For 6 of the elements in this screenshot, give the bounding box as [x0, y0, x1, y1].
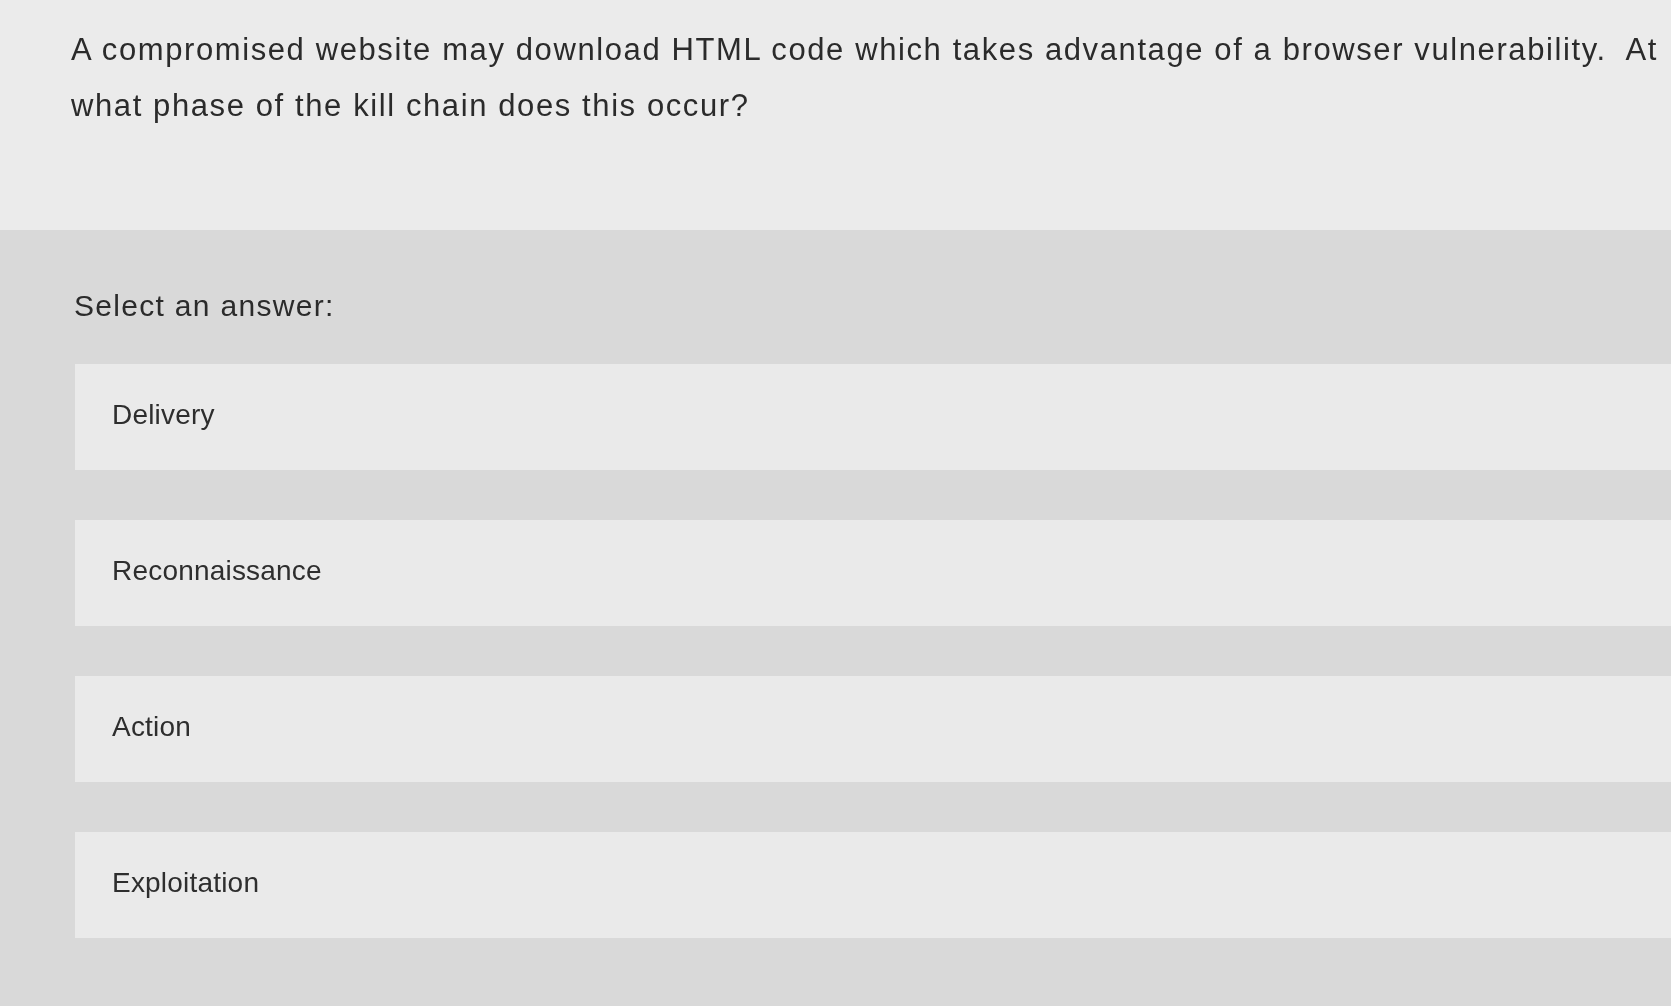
answer-option[interactable]: Delivery — [75, 364, 1671, 470]
answer-prompt: Select an answer: — [74, 288, 336, 324]
question-text: A compromised website may download HTML code which takes advantage of a browser vulnerability. At what phase of the kill chain does this occur? — [71, 31, 1659, 125]
answer-option[interactable]: Action — [75, 676, 1671, 782]
answer-option[interactable]: Exploitation — [75, 832, 1671, 938]
answer-option[interactable]: Reconnaissance — [75, 520, 1671, 626]
